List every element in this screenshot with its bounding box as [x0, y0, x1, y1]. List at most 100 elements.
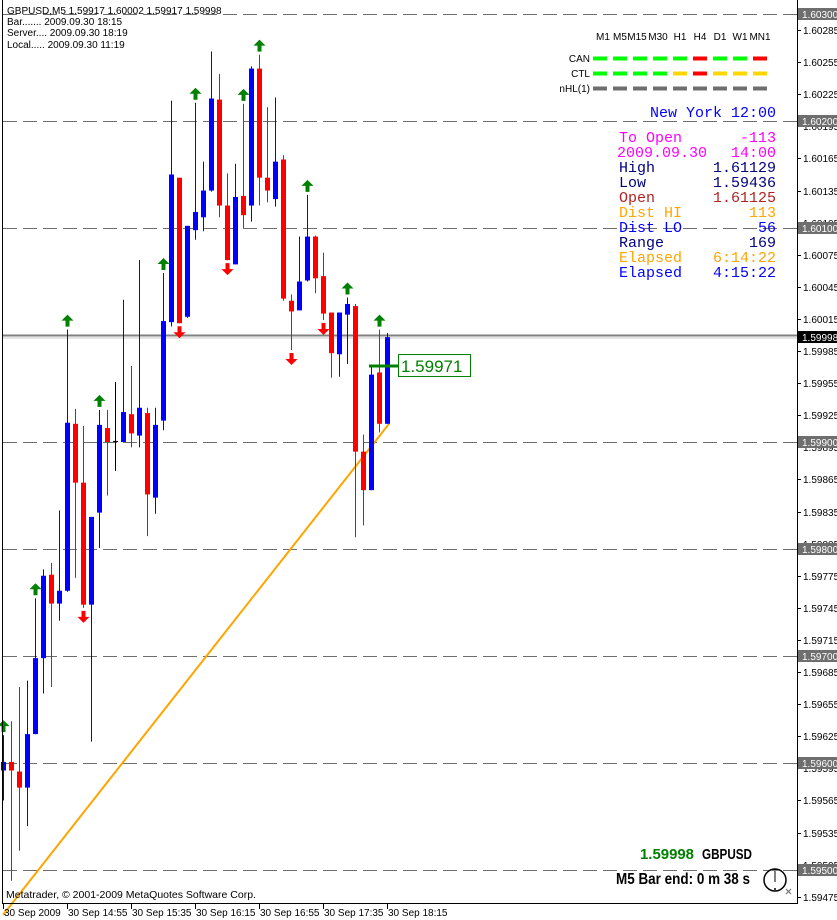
- timeframe-label: M30: [648, 32, 668, 43]
- indicator-cell: [613, 56, 627, 61]
- indicator-cell: [713, 56, 727, 61]
- indicator-row-label: CTL: [571, 69, 590, 80]
- timeframe-label: MN1: [749, 32, 771, 43]
- candle-body: [361, 451, 366, 491]
- candle-body: [281, 159, 286, 299]
- indicator-cell: [673, 71, 687, 76]
- info-label: Elapsed: [619, 265, 682, 282]
- round-level-label: 1.59600: [802, 759, 837, 770]
- indicator-cell: [713, 86, 727, 91]
- footer-price: 1.59998: [640, 846, 694, 863]
- copyright: Metatrader, © 2001-2009 MetaQuotes Softw…: [6, 889, 256, 901]
- timeframe-label: D1: [714, 32, 727, 43]
- price-tick-label: 1.59925: [803, 411, 837, 422]
- price-tick-label: 1.59715: [803, 636, 837, 647]
- candle-body: [57, 590, 62, 604]
- chart-background: [0, 0, 837, 920]
- price-tick-label: 1.60285: [803, 26, 837, 37]
- candle-body: [9, 761, 14, 771]
- indicator-cell: [733, 56, 747, 61]
- bar-end-countdown: M5 Bar end: 0 m 38 s: [616, 871, 750, 888]
- price-tick-label: 1.60045: [803, 283, 837, 294]
- round-level-label: 1.59800: [802, 545, 837, 556]
- round-level-label: 1.59900: [802, 438, 837, 449]
- indicator-row-label: CAN: [569, 54, 590, 65]
- indicator-cell: [593, 71, 607, 76]
- candle-body: [73, 423, 78, 483]
- candle-body: [377, 372, 382, 424]
- candle-body: [233, 196, 238, 265]
- price-tick-label: 1.59475: [803, 893, 837, 904]
- indicator-cell: [613, 71, 627, 76]
- candle-body: [169, 174, 174, 323]
- info-title: New York 12:00: [650, 105, 776, 122]
- price-tick-label: 1.59625: [803, 732, 837, 743]
- indicator-cell: [653, 56, 667, 61]
- candle-body: [337, 312, 342, 355]
- price-tick-label: 1.59865: [803, 475, 837, 486]
- bar-time-line: Bar....... 2009.09.30 18:15: [7, 17, 123, 28]
- price-tick-label: 1.59685: [803, 668, 837, 679]
- candle-body: [129, 414, 134, 434]
- indicator-cell: [633, 71, 647, 76]
- indicator-cell: [753, 56, 767, 61]
- indicator-cell: [713, 71, 727, 76]
- candle-body: [105, 428, 110, 442]
- indicator-cell: [753, 71, 767, 76]
- candle-body: [177, 177, 182, 324]
- candle-body: [225, 205, 230, 261]
- price-tick-label: 1.59535: [803, 829, 837, 840]
- timeframe-label: M1: [596, 32, 610, 43]
- candle-body: [201, 190, 206, 218]
- candle-body: [313, 236, 318, 279]
- price-tick-label: 1.60225: [803, 90, 837, 101]
- candle-body: [321, 276, 326, 314]
- candle-body: [97, 424, 102, 513]
- indicator-cell: [693, 56, 707, 61]
- footer-symbol: GBPUSD: [702, 846, 752, 863]
- indicator-cell: [693, 86, 707, 91]
- price-marker-text: 1.59971: [401, 357, 462, 376]
- candle-body: [273, 161, 278, 200]
- server-time-line: Server.... 2009.09.30 18:19: [7, 28, 128, 39]
- round-level-label: 1.59700: [802, 652, 837, 663]
- candle-body: [65, 422, 70, 591]
- bid-price-label: 1.59998: [802, 333, 837, 344]
- candle-body: [385, 337, 390, 424]
- price-tick-label: 1.60165: [803, 154, 837, 165]
- price-tick-label: 1.59745: [803, 604, 837, 615]
- candle-body: [121, 412, 126, 442]
- round-level-label: 1.60100: [802, 224, 837, 235]
- price-tick-label: 1.60255: [803, 58, 837, 69]
- candle-body: [257, 68, 262, 178]
- price-tick-label: 1.59565: [803, 796, 837, 807]
- info-value: 4:15:22: [713, 265, 776, 282]
- indicator-cell: [633, 86, 647, 91]
- candle-body: [41, 575, 46, 659]
- indicator-cell: [633, 56, 647, 61]
- indicator-cell: [673, 86, 687, 91]
- candle-body: [145, 413, 150, 495]
- timeframe-label: M15: [627, 32, 647, 43]
- round-level-label: 1.60200: [802, 117, 837, 128]
- indicator-row-label: nHL(1): [559, 84, 590, 95]
- candle-body: [297, 281, 302, 311]
- timeframe-label: H4: [694, 32, 707, 43]
- price-tick-label: 1.60135: [803, 187, 837, 198]
- price-tick-label: 1.60015: [803, 315, 837, 326]
- candle-body: [185, 225, 190, 317]
- indicator-cell: [753, 86, 767, 91]
- candle-body: [241, 195, 246, 216]
- timeframe-label: M5: [613, 32, 627, 43]
- candle-body: [153, 424, 158, 498]
- candle-body: [49, 574, 54, 604]
- time-tick-label: 30 Sep 16:15: [196, 908, 256, 919]
- chart-window[interactable]: 1.59971 1.602851.602551.602251.601951.60…: [0, 0, 837, 920]
- candle-body: [25, 734, 30, 788]
- candle-body: [33, 658, 38, 735]
- round-level-label: 1.60300: [802, 10, 837, 21]
- price-tick-label: 1.59985: [803, 347, 837, 358]
- indicator-cell: [653, 86, 667, 91]
- indicator-cell: [593, 56, 607, 61]
- price-tick-label: 1.59655: [803, 700, 837, 711]
